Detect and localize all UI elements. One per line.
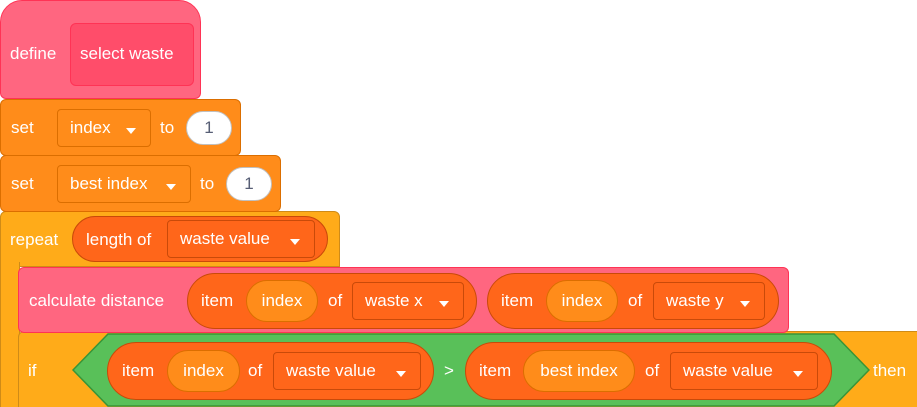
of-label: of: [628, 291, 643, 310]
item-label: item: [501, 291, 534, 310]
greater-than-symbol: >: [444, 361, 454, 380]
list-dropdown-label: waste y: [666, 291, 724, 310]
index-variable-reporter[interactable]: index: [246, 280, 318, 322]
if-right-item-reporter[interactable]: item best index of waste value: [465, 342, 832, 400]
variable-dropdown-label: best index: [70, 174, 148, 193]
define-keyword: define: [10, 44, 57, 63]
custom-block-prototype[interactable]: select waste: [70, 23, 194, 86]
calculate-distance-block[interactable]: calculate distance item index of waste x…: [18, 267, 789, 333]
length-of-reporter[interactable]: length of waste value: [72, 216, 328, 262]
caret-down-icon: [396, 371, 406, 377]
repeat-keyword: repeat: [10, 230, 59, 249]
index-variable-label: index: [561, 291, 603, 310]
list-dropdown-waste-value[interactable]: waste value: [670, 352, 818, 390]
list-dropdown-label: waste value: [180, 229, 270, 248]
then-keyword: then: [873, 361, 907, 380]
list-dropdown-label: waste x: [365, 291, 423, 310]
of-label: of: [328, 291, 343, 310]
to-label: to: [200, 174, 215, 193]
index-variable-reporter[interactable]: index: [546, 280, 618, 322]
repeat-block-arm: [0, 262, 20, 407]
set-index-block[interactable]: set index to 1: [0, 99, 241, 156]
calculate-distance-label: calculate distance: [29, 291, 165, 310]
best-index-variable-label: best index: [540, 361, 618, 380]
list-dropdown-label: waste value: [286, 361, 376, 380]
caret-down-icon: [439, 301, 449, 307]
of-label: of: [248, 361, 263, 380]
item-label: item: [122, 361, 155, 380]
list-dropdown-waste-y[interactable]: waste y: [653, 282, 765, 320]
list-dropdown-waste-value[interactable]: waste value: [273, 352, 421, 390]
set-keyword: set: [11, 118, 34, 137]
best-index-variable-reporter[interactable]: best index: [523, 350, 635, 392]
index-variable-reporter[interactable]: index: [167, 350, 240, 392]
item-label: item: [479, 361, 512, 380]
calc-arg1-item-reporter[interactable]: item index of waste x: [187, 273, 477, 329]
caret-down-icon: [126, 128, 136, 134]
variable-dropdown-label: index: [70, 118, 111, 137]
caret-down-icon: [290, 239, 300, 245]
to-label: to: [160, 118, 175, 137]
define-hat-block[interactable]: define select waste: [0, 0, 201, 99]
variable-dropdown-best-index[interactable]: best index: [57, 165, 191, 203]
if-keyword: if: [28, 361, 37, 380]
custom-block-name: select waste: [80, 44, 174, 63]
calc-arg2-item-reporter[interactable]: item index of waste y: [487, 273, 779, 329]
set-keyword: set: [11, 174, 34, 193]
caret-down-icon: [166, 184, 176, 190]
value-input[interactable]: 1: [226, 167, 272, 201]
caret-down-icon: [793, 371, 803, 377]
index-variable-label: index: [261, 291, 303, 310]
list-dropdown-waste-value[interactable]: waste value: [167, 220, 315, 258]
caret-down-icon: [740, 301, 750, 307]
value-input[interactable]: 1: [186, 111, 232, 145]
length-of-label: length of: [86, 230, 152, 249]
list-dropdown-waste-x[interactable]: waste x: [352, 282, 464, 320]
list-dropdown-label: waste value: [683, 361, 773, 380]
item-label: item: [201, 291, 234, 310]
set-best-index-block[interactable]: set best index to 1: [0, 155, 281, 212]
if-left-item-reporter[interactable]: item index of waste value: [107, 342, 434, 400]
variable-dropdown-index[interactable]: index: [57, 109, 151, 147]
index-variable-label: index: [183, 361, 224, 380]
of-label: of: [645, 361, 660, 380]
